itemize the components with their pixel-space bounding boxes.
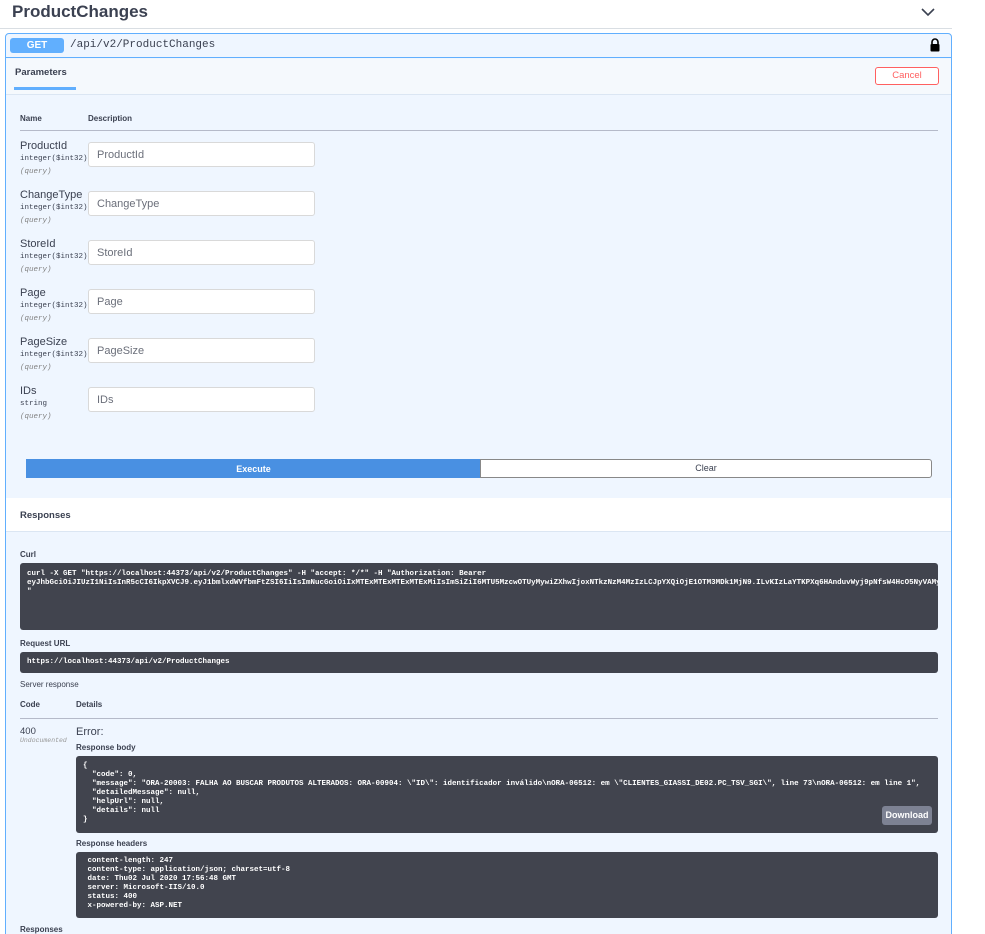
parameter-row: ChangeType integer($int32) (query) [6, 189, 951, 238]
parameter-type: integer($int32) [20, 155, 88, 163]
parameter-row: ProductId integer($int32) (query) [6, 140, 951, 189]
pagesize-input[interactable] [88, 338, 315, 363]
parameter-location: (query) [20, 315, 52, 323]
divider [20, 130, 938, 131]
column-header-description: Description [88, 114, 133, 123]
parameter-location: (query) [20, 217, 52, 225]
productid-input[interactable] [88, 142, 315, 167]
server-response-label: Server response [20, 680, 79, 689]
parameters-header: Parameters Cancel [6, 59, 951, 95]
responses-footer-title: Responses [20, 925, 63, 934]
tab-underline [14, 87, 76, 90]
divider [20, 718, 938, 719]
error-label: Error: [76, 726, 104, 738]
undocumented-label: Undocumented [20, 737, 67, 744]
parameter-row: Page integer($int32) (query) [6, 287, 951, 336]
execute-button[interactable]: Execute [26, 459, 481, 478]
page-input[interactable] [88, 289, 315, 314]
clear-button[interactable]: Clear [480, 459, 932, 478]
parameter-type: integer($int32) [20, 351, 88, 359]
request-url-label: Request URL [20, 639, 71, 648]
parameter-name: Page [20, 287, 46, 299]
operation-block: GET /api/v2/ProductChanges Parameters Ca… [5, 33, 952, 934]
response-headers-label: Response headers [76, 839, 148, 848]
parameter-location: (query) [20, 364, 52, 372]
section-header[interactable]: ProductChanges [0, 0, 952, 29]
parameter-row: IDs string (query) [6, 385, 951, 434]
response-headers[interactable]: content-length: 247 content-type: applic… [76, 852, 938, 918]
parameter-location: (query) [20, 168, 52, 176]
parameter-type: integer($int32) [20, 253, 88, 261]
ids-input[interactable] [88, 387, 315, 412]
column-header-name: Name [20, 114, 42, 123]
cancel-button[interactable]: Cancel [875, 67, 939, 85]
method-badge: GET [10, 38, 64, 53]
parameter-name: IDs [20, 385, 37, 397]
status-code: 400 [20, 726, 36, 737]
parameter-name: ChangeType [20, 189, 83, 201]
changetype-input[interactable] [88, 191, 315, 216]
response-body-label: Response body [76, 743, 136, 752]
curl-command[interactable]: curl -X GET "https://localhost:44373/api… [20, 563, 938, 630]
execute-button-group: Execute Clear [26, 459, 932, 478]
parameter-location: (query) [20, 266, 52, 274]
storeid-input[interactable] [88, 240, 315, 265]
lock-icon[interactable] [929, 38, 941, 52]
parameter-type: integer($int32) [20, 302, 88, 310]
parameter-name: StoreId [20, 238, 56, 250]
code-column-header: Code [20, 700, 40, 709]
responses-title: Responses [20, 510, 71, 521]
chevron-down-icon[interactable] [918, 4, 938, 20]
parameter-name: ProductId [20, 140, 68, 152]
tab-parameters[interactable]: Parameters [15, 67, 67, 78]
responses-header: Responses [6, 498, 951, 532]
operation-summary[interactable]: GET /api/v2/ProductChanges [6, 34, 951, 58]
parameter-row: StoreId integer($int32) (query) [6, 238, 951, 287]
details-column-header: Details [76, 700, 103, 709]
section-title: ProductChanges [12, 2, 149, 21]
response-body[interactable]: { "code": 0, "message": "ORA-20003: FALH… [76, 756, 938, 833]
operation-path: /api/v2/ProductChanges [70, 39, 216, 51]
parameter-type: string [20, 400, 48, 408]
parameter-name: PageSize [20, 336, 68, 348]
request-url[interactable]: https://localhost:44373/api/v2/ProductCh… [20, 652, 938, 673]
curl-label: Curl [20, 550, 36, 559]
parameter-type: integer($int32) [20, 204, 88, 212]
parameter-row: PageSize integer($int32) (query) [6, 336, 951, 385]
parameter-location: (query) [20, 413, 52, 421]
download-button[interactable]: Download [882, 806, 932, 825]
